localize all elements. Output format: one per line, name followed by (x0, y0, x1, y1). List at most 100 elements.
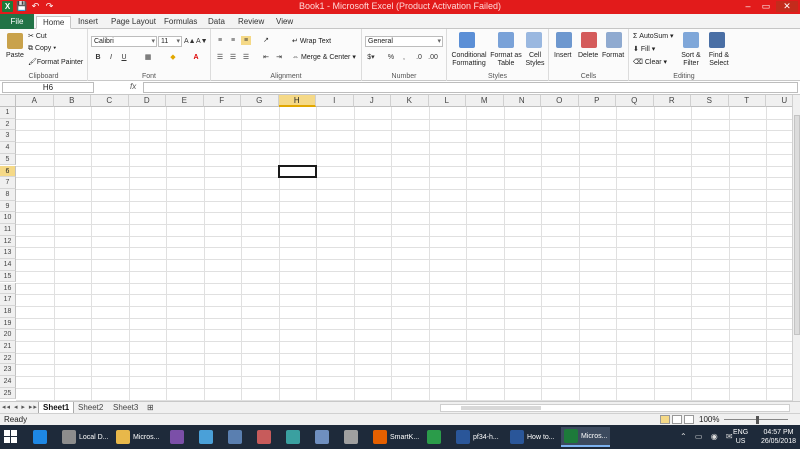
insert-cells-button[interactable]: Insert (554, 52, 572, 59)
minimize-button[interactable]: – (740, 1, 756, 12)
row-header[interactable]: 21 (0, 341, 16, 353)
row-header[interactable]: 11 (0, 224, 16, 236)
row-header[interactable]: 24 (0, 376, 16, 388)
taskbar-item[interactable] (341, 427, 361, 447)
column-header[interactable]: M (466, 95, 504, 107)
maximize-button[interactable]: ▭ (758, 1, 774, 12)
find-select-icon[interactable] (709, 32, 725, 48)
fill-button[interactable]: ⬇ Fill ▾ (633, 45, 655, 53)
find-select-button[interactable]: Find & Select (705, 52, 733, 68)
fx-icon[interactable]: fx (130, 82, 136, 91)
align-middle-icon[interactable]: ≡ (228, 36, 238, 45)
column-header[interactable]: O (541, 95, 579, 107)
merge-center-button[interactable]: ⇔ Merge & Center ▾ (292, 53, 356, 61)
column-header[interactable]: L (428, 95, 466, 107)
column-header[interactable]: D (128, 95, 166, 107)
formula-input[interactable] (143, 82, 798, 93)
wrap-text-button[interactable]: ↵ Wrap Text (292, 37, 331, 45)
row-header[interactable]: 4 (0, 142, 16, 154)
row-header[interactable]: 2 (0, 118, 16, 131)
row-header[interactable]: 6 (0, 165, 16, 178)
tab-data[interactable]: Data (202, 16, 231, 29)
horizontal-scrollbar[interactable] (440, 404, 790, 412)
delete-cells-icon[interactable] (581, 32, 597, 48)
borders-icon[interactable]: ▦ (143, 53, 153, 62)
row-header[interactable]: 15 (0, 270, 16, 283)
increase-decimal-icon[interactable]: .0 (414, 53, 424, 62)
taskbar-item[interactable]: Micros... (113, 427, 162, 447)
select-all-corner[interactable] (0, 95, 16, 107)
row-header[interactable]: 14 (0, 259, 16, 271)
sheet-tab-3[interactable]: Sheet3 (109, 402, 142, 413)
tab-home[interactable]: Home (36, 16, 72, 29)
name-box[interactable]: H6 (2, 82, 94, 93)
taskbar-item[interactable]: SmartK... (370, 427, 422, 447)
column-header[interactable]: N (503, 95, 541, 107)
taskbar-item[interactable]: pf34-h... (453, 427, 502, 447)
number-format-select[interactable]: General (365, 36, 443, 47)
horizontal-scroll-thumb[interactable] (461, 406, 541, 410)
copy-button[interactable]: ⧉ Copy ▾ (28, 45, 56, 53)
align-left-icon[interactable]: ☰ (215, 53, 225, 62)
taskbar-item[interactable]: Local D... (59, 427, 112, 447)
column-header[interactable]: U (766, 95, 792, 107)
column-header[interactable]: A (16, 95, 54, 107)
page-break-view-icon[interactable] (684, 415, 694, 424)
cell-styles-icon[interactable] (526, 32, 542, 48)
taskbar-item[interactable]: How to... (507, 427, 558, 447)
column-header[interactable]: R (653, 95, 691, 107)
orientation-icon[interactable]: ↗ (261, 36, 271, 45)
new-sheet-icon[interactable]: ⊞ (143, 402, 158, 413)
close-button[interactable]: ✕ (776, 1, 798, 12)
tab-file[interactable]: File (0, 14, 34, 29)
row-header[interactable]: 17 (0, 294, 16, 306)
align-bottom-icon[interactable]: ≡ (241, 36, 251, 45)
column-header[interactable]: P (578, 95, 616, 107)
taskbar-item[interactable] (283, 427, 303, 447)
font-size-select[interactable]: 11 (158, 36, 182, 47)
column-header[interactable]: E (166, 95, 204, 107)
vertical-scrollbar[interactable] (792, 95, 800, 401)
format-cells-icon[interactable] (606, 32, 622, 48)
tab-view[interactable]: View (270, 16, 299, 29)
clock[interactable]: 04:57 PM 26/05/2018 (761, 428, 796, 446)
format-table-button[interactable]: Format as Table (489, 52, 523, 68)
column-header[interactable]: C (91, 95, 129, 107)
system-tray-icons[interactable]: ⌃ ▭ ◉ ✉ (680, 432, 736, 441)
taskbar-item[interactable] (167, 427, 187, 447)
format-cells-button[interactable]: Format (602, 52, 624, 59)
row-header[interactable]: 1 (0, 107, 16, 119)
row-header[interactable]: 16 (0, 282, 16, 295)
tab-insert[interactable]: Insert (72, 16, 104, 29)
row-header[interactable]: 12 (0, 235, 16, 248)
worksheet-grid[interactable]: A B C D E F G H I J K L M N O P Q R S T U 1 2 3 4 5 6 7 8 9 10 11 12 13 14… (0, 95, 792, 401)
cut-button[interactable]: ✂ Cut (28, 32, 47, 40)
currency-icon[interactable]: $▾ (366, 53, 376, 62)
row-header[interactable]: 13 (0, 247, 16, 260)
format-painter-button[interactable]: 🖌Format Painter (28, 58, 83, 66)
taskbar-item[interactable] (312, 427, 332, 447)
taskbar-item[interactable] (424, 427, 444, 447)
comma-button[interactable]: , (399, 53, 409, 62)
sheet-tab-2[interactable]: Sheet2 (74, 402, 107, 413)
row-header[interactable]: 19 (0, 317, 16, 330)
column-header[interactable]: T (728, 95, 766, 107)
column-header[interactable]: K (391, 95, 429, 107)
align-top-icon[interactable]: ≡ (215, 36, 225, 45)
column-header[interactable]: Q (616, 95, 654, 107)
sheet-nav-arrows[interactable]: ◂◂ ◂ ▸ ▸▸ (2, 403, 38, 411)
language-indicator[interactable]: ENG US (733, 428, 748, 446)
delete-cells-button[interactable]: Delete (578, 52, 598, 59)
format-table-icon[interactable] (498, 32, 514, 48)
taskbar-item[interactable] (30, 427, 50, 447)
align-right-icon[interactable]: ☰ (241, 53, 251, 62)
cell-styles-button[interactable]: Cell Styles (523, 52, 547, 68)
row-header[interactable]: 9 (0, 200, 16, 213)
paste-icon[interactable] (7, 33, 23, 49)
active-cell[interactable] (277, 164, 317, 179)
increase-indent-icon[interactable]: ⇥ (274, 53, 284, 62)
row-header[interactable]: 7 (0, 177, 16, 189)
taskbar-item[interactable] (225, 427, 245, 447)
start-button[interactable] (4, 430, 18, 444)
tab-review[interactable]: Review (232, 16, 270, 29)
